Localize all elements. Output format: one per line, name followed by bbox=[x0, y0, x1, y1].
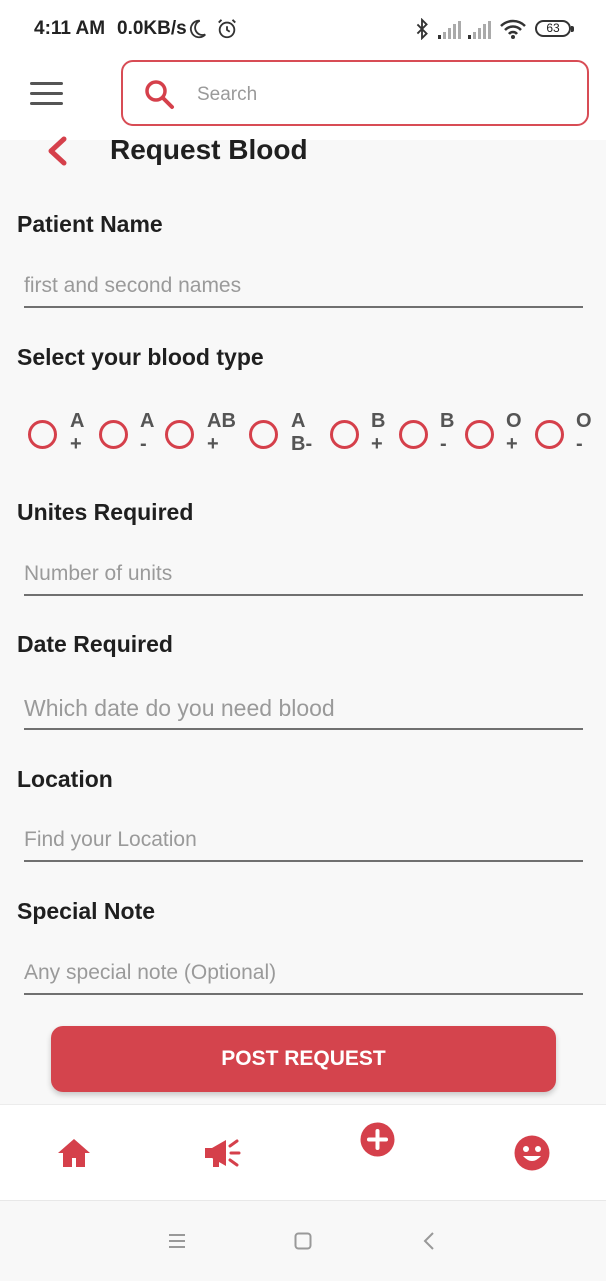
special-note-label: Special Note bbox=[17, 898, 156, 924]
bottom-nav bbox=[0, 1104, 606, 1201]
wifi-icon bbox=[500, 19, 526, 39]
search-input[interactable] bbox=[195, 72, 579, 118]
special-note-input[interactable] bbox=[24, 953, 583, 995]
date-label: Date Required bbox=[17, 631, 173, 657]
blood-type-label-b-pos: B + bbox=[371, 410, 386, 455]
blood-type-label-o-neg: O- bbox=[576, 410, 592, 455]
recent-apps-icon[interactable] bbox=[168, 1233, 186, 1249]
search-icon bbox=[145, 80, 174, 109]
patient-name-input[interactable] bbox=[24, 266, 583, 308]
home-button-icon[interactable] bbox=[294, 1232, 312, 1250]
add-circle-icon[interactable] bbox=[360, 1122, 395, 1157]
search-bar[interactable] bbox=[121, 60, 589, 126]
home-icon[interactable] bbox=[57, 1137, 91, 1169]
date-input[interactable] bbox=[24, 688, 583, 730]
status-bar: 4:11 AM 0.0KB/s 63 bbox=[0, 0, 606, 58]
blood-type-radio-ab-pos[interactable] bbox=[165, 420, 194, 449]
bluetooth-icon bbox=[416, 18, 428, 40]
blood-type-radio-b-neg[interactable] bbox=[399, 420, 428, 449]
back-nav-icon[interactable] bbox=[422, 1231, 436, 1251]
patient-name-label: Patient Name bbox=[17, 211, 163, 237]
battery-icon: 63 bbox=[535, 20, 574, 37]
page-title: Request Blood bbox=[110, 134, 308, 165]
back-arrow-icon[interactable] bbox=[42, 134, 72, 168]
blood-type-radio-a-neg[interactable] bbox=[99, 420, 128, 449]
status-speed: 0.0KB/s bbox=[117, 18, 187, 39]
signal-icon bbox=[468, 21, 491, 39]
location-label: Location bbox=[17, 766, 113, 792]
status-time: 4:11 AM bbox=[34, 18, 106, 39]
post-request-button[interactable]: POST REQUEST bbox=[51, 1026, 556, 1092]
system-nav-bar bbox=[0, 1200, 606, 1281]
menu-icon[interactable] bbox=[30, 82, 64, 106]
units-input[interactable] bbox=[24, 554, 583, 596]
blood-type-label-ab-pos: AB + bbox=[207, 410, 236, 455]
location-input[interactable] bbox=[24, 820, 583, 862]
blood-type-radio-o-pos[interactable] bbox=[465, 420, 494, 449]
blood-type-label-o-pos: O + bbox=[506, 410, 522, 455]
blood-type-radio-ab-neg[interactable] bbox=[249, 420, 278, 449]
blood-type-label-ab-neg: A B- bbox=[291, 410, 313, 455]
moon-icon bbox=[189, 19, 206, 39]
units-label: Unites Required bbox=[17, 499, 194, 525]
megaphone-icon[interactable] bbox=[203, 1137, 241, 1169]
blood-type-radio-o-neg[interactable] bbox=[535, 420, 564, 449]
blood-type-label-a-pos: A + bbox=[70, 410, 85, 455]
top-bar bbox=[0, 58, 606, 140]
blood-type-radio-a-pos[interactable] bbox=[28, 420, 57, 449]
alarm-icon bbox=[218, 19, 236, 39]
signal-icon bbox=[438, 21, 461, 39]
blood-type-label: Select your blood type bbox=[17, 344, 264, 370]
blood-type-label-b-neg: B- bbox=[440, 410, 455, 455]
blood-type-radio-b-pos[interactable] bbox=[330, 420, 359, 449]
blood-type-label-a-neg: A- bbox=[140, 410, 155, 455]
smiley-icon[interactable] bbox=[514, 1135, 550, 1171]
